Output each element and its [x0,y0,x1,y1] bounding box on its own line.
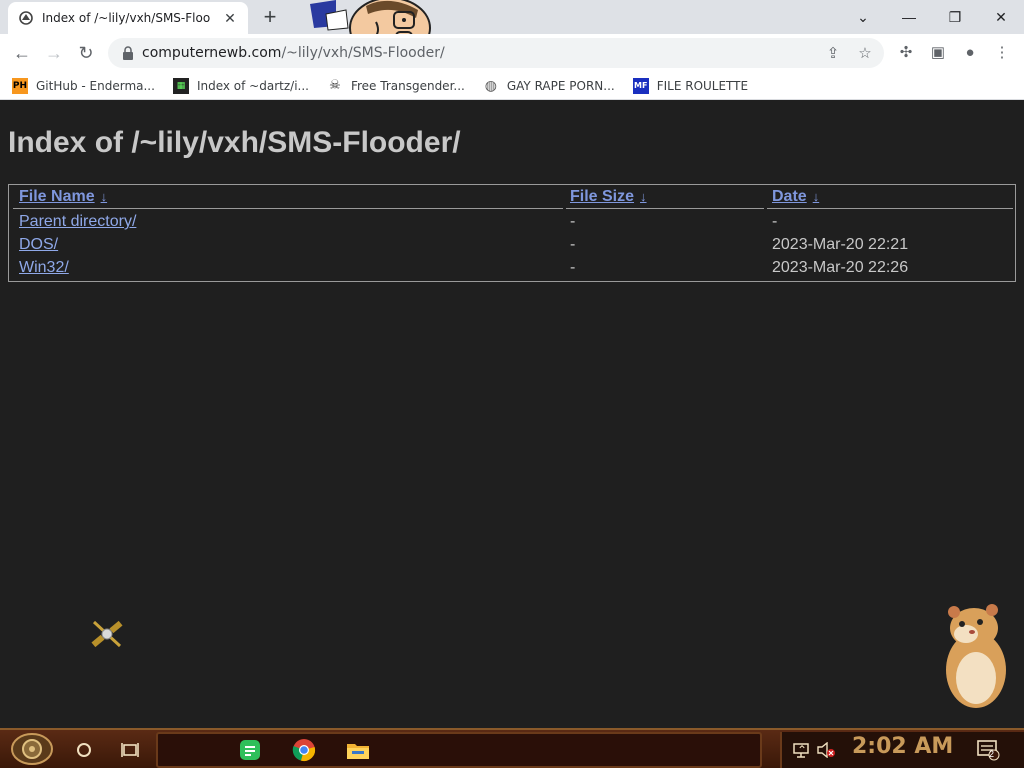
bookmark-globe-skull-icon: ☠ [329,78,341,93]
sort-arrow-icon[interactable]: ↓ [640,189,647,204]
file-size-cell: - [570,236,576,253]
bookmark-ph-icon: PH [12,77,28,94]
header-divider [566,208,764,209]
tab-favicon-icon [18,10,34,26]
bookmark-github[interactable]: PH GitHub - Enderma... [12,77,155,94]
reload-icon[interactable]: ↻ [72,39,100,67]
bookmark-star-icon[interactable]: ☆ [856,45,874,63]
satellite-sprite-icon [91,620,123,648]
forward-arrow-icon[interactable]: → [40,39,68,67]
url-text: computernewb.com/~lily/vxh/SMS-Flooder/ [142,45,445,61]
bookmark-label: Index of ~dartz/i... [196,78,309,93]
volume-muted-icon[interactable] [810,734,842,766]
date-cell: - [772,213,778,230]
back-arrow-icon[interactable]: ← [8,39,36,67]
sort-by-name-link[interactable]: File Name [19,188,95,205]
file-name-cell: DOS/ [19,233,58,256]
parent-directory-link[interactable]: Parent directory/ [19,213,136,230]
side-panel-icon[interactable]: ▣ [928,43,948,63]
browser-tab-active[interactable]: Index of /~lily/vxh/SMS-Floo ✕ [8,2,248,34]
file-name-cell: Win32/ [19,256,69,279]
win32-folder-link[interactable]: Win32/ [19,259,69,276]
file-size-cell: - [570,213,576,230]
taskbar-apps-panel [156,732,762,768]
bookmark-dartz[interactable]: ▦ Index of ~dartz/i... [172,77,309,94]
tab-search-chevron-icon[interactable]: ⌄ [840,0,886,34]
menu-kebab-icon[interactable]: ⋮ [992,43,1012,63]
bookmark-label: FILE ROULETTE [656,78,749,93]
sort-arrow-icon[interactable]: ↓ [101,189,108,204]
start-button[interactable] [6,732,58,766]
notes-app-icon[interactable] [234,734,266,766]
tab-title: Index of /~lily/vxh/SMS-Floo [42,11,211,25]
profile-avatar-icon[interactable]: ● [960,43,980,63]
bookmark-file-roulette[interactable]: MF FILE ROULETTE [632,77,749,94]
header-date: Date ↓ [772,185,819,208]
restore-button[interactable]: ❐ [932,0,978,34]
sort-arrow-icon[interactable]: ↓ [813,189,820,204]
url-host: computernewb.com [142,45,282,61]
share-icon[interactable]: ⇪ [824,45,842,63]
page-title: Index of /~lily/vxh/SMS-Flooder/ [8,126,461,159]
bookmark-label: GAY RAPE PORN... [506,78,615,93]
header-divider [767,208,1013,209]
table-row: DOS/ - 2023-Mar-20 22:21 [9,233,1015,256]
hamster-sprite-icon [946,604,1006,708]
date-cell: 2023-Mar-20 22:26 [772,259,909,276]
address-bar[interactable]: computernewb.com/~lily/vxh/SMS-Flooder/ … [108,38,884,68]
bookmark-label: GitHub - Enderma... [36,78,155,93]
taskbar-clock[interactable]: 2:02 AM [852,734,953,759]
bookmark-globe-icon: ◍ [484,77,497,94]
browser-toolbar: ← → ↻ computernewb.com/~lily/vxh/SMS-Flo… [0,34,1024,72]
file-name-cell: Parent directory/ [19,210,136,233]
steampunk-start-orb-icon [11,733,53,765]
header-file-size: File Size ↓ [570,185,647,208]
notification-center-icon[interactable]: 2 [972,734,1004,766]
sort-by-size-link[interactable]: File Size [570,188,634,205]
chrome-app-icon[interactable] [288,734,320,766]
table-row: Win32/ - 2023-Mar-20 22:26 [9,256,1015,279]
url-path: /~lily/vxh/SMS-Flooder/ [281,45,445,61]
file-explorer-icon[interactable] [342,734,374,766]
table-row: Parent directory/ - - [9,210,1015,233]
close-window-button[interactable]: ✕ [978,0,1024,34]
header-file-name: File Name ↓ [19,185,107,208]
tab-close-icon[interactable]: ✕ [222,10,238,26]
date-cell: 2023-Mar-20 22:21 [772,236,909,253]
new-tab-button[interactable]: + [258,6,282,30]
task-view-icon[interactable] [114,734,146,766]
lock-icon [123,46,133,60]
bookmark-mf-icon: MF [632,77,649,94]
tab-strip: Index of /~lily/vxh/SMS-Floo ✕ + ⌄ — ❐ ✕ [0,0,1024,59]
dos-folder-link[interactable]: DOS/ [19,236,58,253]
minimize-button[interactable]: — [886,0,932,34]
table-header-row: File Name ↓ File Size ↓ Date ↓ [9,185,1015,208]
file-size-cell: - [570,259,576,276]
bookmark-label: Free Transgender... [350,78,465,93]
cortana-circle-icon[interactable] [68,734,100,766]
bookmark-free-transgender[interactable]: ☠ Free Transgender... [327,78,465,94]
bookmark-gay-porn[interactable]: ◍ GAY RAPE PORN... [483,78,615,94]
directory-listing-table: File Name ↓ File Size ↓ Date ↓ Parent direc… [8,184,1016,282]
sort-by-date-link[interactable]: Date [772,188,807,205]
bookmarks-bar: PH GitHub - Enderma... ▦ Index of ~dartz… [0,72,1024,100]
bookmark-dartz-icon: ▦ [172,77,189,94]
extensions-puzzle-icon[interactable]: ✣ [896,43,916,63]
notification-count: 2 [989,749,995,759]
header-divider [13,208,563,209]
page-content: Index of /~lily/vxh/SMS-Flooder/ File Na… [0,104,1024,728]
